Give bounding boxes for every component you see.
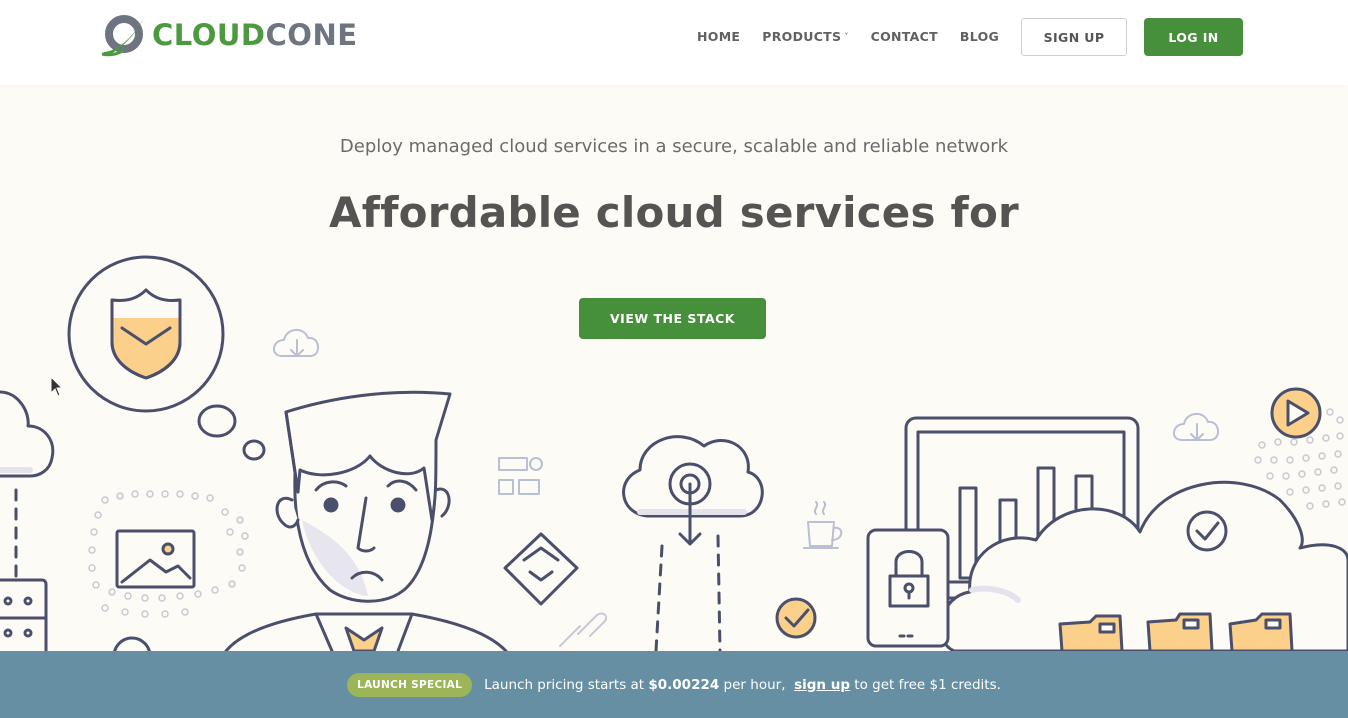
log-in-button[interactable]: LOG IN <box>1144 18 1243 56</box>
nav-home[interactable]: HOME <box>697 29 740 45</box>
hero-headline: Affordable cloud services for <box>329 188 1019 237</box>
banner-text-mid: per hour, <box>719 676 795 693</box>
banner-text-after: to get free $1 credits. <box>850 676 1001 693</box>
nav-contact[interactable]: CONTACT <box>871 29 938 45</box>
nav-products-label: PRODUCTS <box>762 29 842 44</box>
banner-message: Launch pricing starts at $0.00224 per ho… <box>484 677 1001 693</box>
main-nav: HOME PRODUCTS ˅ CONTACT BLOG <box>697 29 1021 45</box>
site-header: CLOUD CONE HOME PRODUCTS ˅ CONTACT BLOG SI… <box>0 0 1348 85</box>
nav-contact-label: CONTACT <box>870 29 938 44</box>
brand-name-part2: CONE <box>265 17 358 52</box>
coffee-cup-icon <box>803 501 843 549</box>
server-icon <box>0 578 48 651</box>
play-button-icon <box>1270 387 1322 439</box>
brand-wordmark: CLOUD CONE <box>152 17 358 52</box>
check-circle-icon-right <box>1186 510 1228 552</box>
padlock-icon <box>866 528 950 648</box>
shield-icon <box>67 255 225 413</box>
nav-products[interactable]: PRODUCTS ˅ <box>762 29 848 45</box>
nav-home-label: HOME <box>697 29 741 44</box>
hero-subtitle: Deploy managed cloud services in a secur… <box>339 136 1009 157</box>
folder-icon <box>1058 612 1294 651</box>
chevron-down-icon: ˅ <box>844 32 849 41</box>
banner-text-before: Launch pricing starts at <box>484 676 649 693</box>
banner-price: $0.00224 <box>648 676 720 693</box>
mouse-cursor-icon <box>50 376 64 397</box>
nav-blog-label: BLOG <box>959 29 1000 44</box>
launch-special-badge: LAUNCH SPECIAL <box>347 672 473 697</box>
image-icon <box>115 529 196 589</box>
flowchart-icon <box>498 457 543 495</box>
nav-blog[interactable]: BLOG <box>960 29 999 45</box>
diamond-direction-icon <box>503 532 579 606</box>
cloudcone-swoosh-logo-icon <box>101 15 144 57</box>
view-the-stack-button[interactable]: VIEW THE STACK <box>579 298 766 339</box>
launch-special-banner: LAUNCH SPECIAL Launch pricing starts at … <box>0 651 1348 718</box>
cloud-download-icon-right <box>1173 413 1219 441</box>
sign-up-link[interactable]: sign up <box>794 677 850 693</box>
sign-up-button[interactable]: SIGN UP <box>1021 18 1127 56</box>
check-circle-icon <box>775 597 817 639</box>
character-illustration <box>224 390 508 651</box>
cloud-upload-icon <box>622 435 764 651</box>
brand-logo[interactable]: CLOUD CONE <box>100 12 358 58</box>
cloud-download-icon <box>273 329 319 357</box>
brand-name-part1: CLOUD <box>152 17 266 52</box>
